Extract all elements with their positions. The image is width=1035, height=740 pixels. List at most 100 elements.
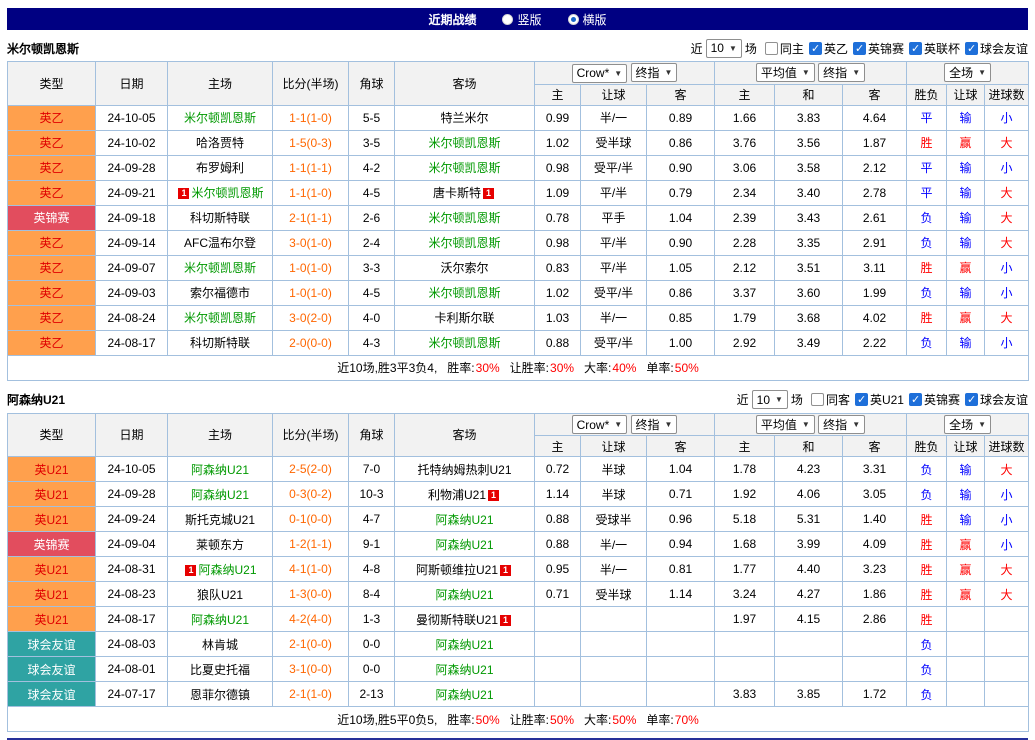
filter-checkbox-label: 英乙 [824,40,848,57]
home-team-cell: 哈洛贾特 [168,130,273,155]
league-tag: 英锦赛 [8,532,96,557]
result-handicap: 赢 [947,305,985,330]
euro-odds-draw [775,657,843,682]
asian-odds-home [535,682,581,707]
layout-radio-horizontal[interactable]: 横版 [568,11,607,28]
chevron-down-icon: ▼ [852,420,860,429]
filter-checkbox[interactable]: 球会友谊 [965,40,1028,57]
col-header-date: 日期 [96,62,168,106]
euro-odds-group-header: 平均值▼ 终指 ▼ [715,413,907,436]
result-wdl: 胜 [907,582,947,607]
filter-checkbox[interactable]: 英锦赛 [853,40,904,57]
euro-odds-away: 4.09 [843,532,907,557]
summary-stat-label: 胜率: [447,361,474,375]
result-wdl: 胜 [907,130,947,155]
sub-col-euro-away: 客 [843,436,907,457]
filter-checkbox[interactable]: 同主 [765,40,804,57]
match-row: 球会友谊24-08-01比夏史托福3-1(0-0)0-0阿森纳U21负 [8,657,1029,682]
away-team-cell: 阿森纳U21 [395,507,535,532]
result-wdl: 负 [907,230,947,255]
euro-odds-home: 1.77 [715,557,775,582]
result-handicap [947,657,985,682]
scope-select[interactable]: 全场▼ [944,63,991,82]
euro-odds-type-select[interactable]: 终指▼ [818,63,865,82]
match-count-select[interactable]: 10 ▼ [752,390,788,409]
asian-odds-home: 0.88 [535,507,581,532]
checkbox-checked-icon[interactable] [809,42,822,55]
bookmaker-select[interactable]: Crow*▼ [572,64,628,83]
euro-odds-away: 1.99 [843,280,907,305]
col-header-away: 客场 [395,413,535,457]
match-score: 3-1(0-0) [273,657,349,682]
chevron-down-icon: ▼ [729,44,737,53]
match-score: 2-1(1-1) [273,205,349,230]
checkbox-checked-icon[interactable] [909,42,922,55]
radio-icon[interactable] [568,14,579,25]
asian-odds-type-select[interactable]: 终指▼ [631,63,678,82]
match-score: 1-1(1-0) [273,105,349,130]
odds-type-value: 终指 [636,416,660,433]
filter-checkbox-label: 英U21 [870,391,904,408]
euro-odds-home: 3.83 [715,682,775,707]
result-wdl: 负 [907,280,947,305]
checkbox-checked-icon[interactable] [965,42,978,55]
bookmaker-select[interactable]: Crow*▼ [572,415,628,434]
corner-count: 4-5 [349,180,395,205]
home-team-name: 林肯城 [202,638,238,652]
asian-odds-away: 0.86 [647,130,715,155]
home-team-cell: 1阿森纳U21 [168,557,273,582]
filter-checkbox[interactable]: 英锦赛 [909,391,960,408]
scope-select[interactable]: 全场▼ [944,415,991,434]
league-tag: 英乙 [8,130,96,155]
filter-checkbox[interactable]: 同客 [811,391,850,408]
summary-stat-value: 40% [612,361,636,375]
match-score: 1-1(1-1) [273,155,349,180]
euro-odds-home: 1.97 [715,607,775,632]
euro-odds-draw: 3.56 [775,130,843,155]
away-team-cell: 沃尔索尔 [395,255,535,280]
bookmaker-value: Crow* [577,66,610,80]
checkbox-unchecked-icon[interactable] [765,42,778,55]
layout-radio-vertical[interactable]: 竖版 [502,11,541,28]
away-team-name: 阿森纳U21 [435,513,493,527]
asian-odds-home: 0.71 [535,582,581,607]
odds-type-value: 终指 [823,416,847,433]
summary-stat: 大率:50% [584,713,636,727]
average-select[interactable]: 平均值▼ [756,415,815,434]
corner-count: 2-13 [349,682,395,707]
asian-odds-line: 平手 [581,205,647,230]
result-wdl: 负 [907,632,947,657]
home-team-name: 米尔顿凯恩斯 [184,261,256,275]
checkbox-checked-icon[interactable] [853,42,866,55]
asian-odds-type-select[interactable]: 终指▼ [631,415,678,434]
home-team-cell: 米尔顿凯恩斯 [168,105,273,130]
checkbox-checked-icon[interactable] [965,393,978,406]
sub-col-handicap: 让球 [947,84,985,105]
home-team-name: 科切斯特联 [190,336,250,350]
average-select[interactable]: 平均值▼ [756,63,815,82]
checkbox-unchecked-icon[interactable] [811,393,824,406]
result-wdl: 胜 [907,557,947,582]
radio-icon[interactable] [502,14,513,25]
euro-odds-type-select[interactable]: 终指 ▼ [818,415,865,434]
filter-checkbox[interactable]: 英U21 [855,391,904,408]
result-goals [985,632,1029,657]
checkbox-checked-icon[interactable] [855,393,868,406]
league-tag: 英乙 [8,280,96,305]
filter-checkbox[interactable]: 英联杯 [909,40,960,57]
euro-odds-away: 3.11 [843,255,907,280]
filter-checkbox[interactable]: 球会友谊 [965,391,1028,408]
euro-odds-home: 3.24 [715,582,775,607]
away-team-cell: 米尔顿凯恩斯 [395,280,535,305]
euro-odds-home: 3.76 [715,130,775,155]
result-group-header: 全场▼ [907,62,1029,85]
home-team-cell: 科切斯特联 [168,330,273,355]
filter-checkbox[interactable]: 英乙 [809,40,848,57]
asian-odds-home: 1.02 [535,130,581,155]
checkbox-checked-icon[interactable] [909,393,922,406]
home-team-cell: 狼队U21 [168,582,273,607]
match-count-select[interactable]: 10 ▼ [706,39,742,58]
result-handicap: 输 [947,105,985,130]
filter-row: 阿森纳U21 近 10 ▼ 场 同客英U21英锦赛球会友谊 [7,387,1028,413]
away-team-cell: 唐卡斯特1 [395,180,535,205]
